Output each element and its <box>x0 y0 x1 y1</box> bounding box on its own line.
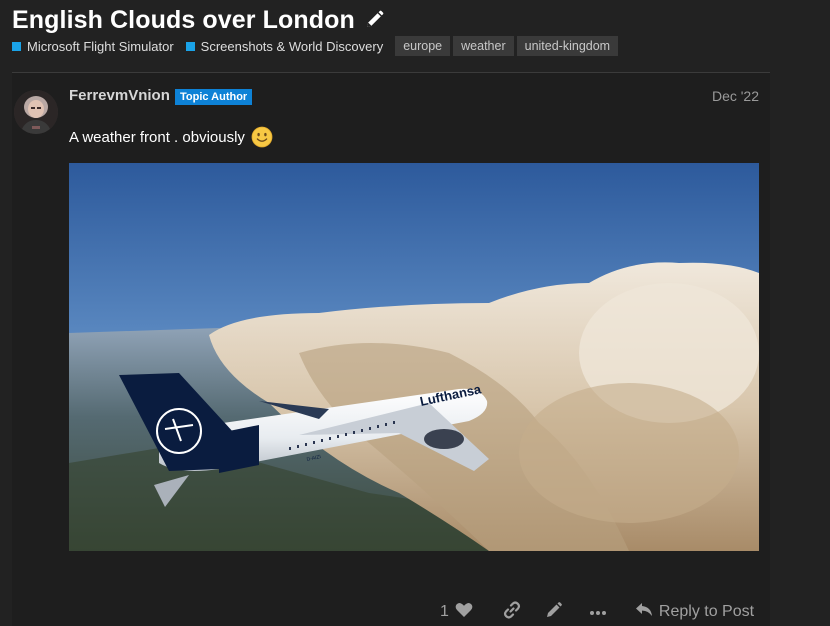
topic-title[interactable]: English Clouds over London <box>12 6 355 35</box>
reply-label: Reply to Post <box>658 603 755 620</box>
like-count: 1 <box>440 603 449 620</box>
post-text: A weather front . obviously <box>69 128 245 146</box>
category-color-square <box>185 41 195 51</box>
tag-united-kingdom[interactable]: united-kingdom <box>516 36 619 56</box>
like-button[interactable]: 1 <box>440 602 473 623</box>
category-link-screenshots[interactable]: Screenshots & World Discovery <box>185 38 384 54</box>
avatar[interactable] <box>14 90 58 134</box>
reply-button[interactable]: Reply to Post <box>635 602 754 623</box>
category-link-msfs[interactable]: Microsoft Flight Simulator <box>12 39 174 54</box>
edit-post-button[interactable] <box>545 601 563 624</box>
ellipsis-icon <box>589 603 607 621</box>
link-icon <box>503 600 521 624</box>
category-label: Microsoft Flight Simulator <box>27 38 174 54</box>
tag-weather[interactable]: weather <box>453 36 514 56</box>
reply-arrow-icon <box>635 602 653 623</box>
more-options-button[interactable] <box>589 603 607 621</box>
post-actions: 1 Reply to Post <box>440 598 754 626</box>
pencil-icon <box>545 601 563 624</box>
slightly-smiling-face-icon <box>251 126 273 148</box>
topic-header: English Clouds over London <box>12 4 385 36</box>
tag-europe[interactable]: europe <box>395 36 451 56</box>
topic-author-badge: Topic Author <box>175 89 253 105</box>
post-date[interactable]: Dec '22 <box>712 88 759 104</box>
heart-icon <box>455 602 473 623</box>
post-username[interactable]: FerrevmVnion <box>69 87 170 104</box>
post-screenshot-image[interactable]: Lufthansa D-AIZI <box>69 163 759 551</box>
category-label: Screenshots & World Discovery <box>200 38 384 54</box>
pencil-icon[interactable] <box>363 9 385 31</box>
category-color-square <box>12 41 21 51</box>
post-body: A weather front . obviously <box>69 126 273 148</box>
copy-link-button[interactable] <box>503 600 521 624</box>
topic-meta: Microsoft Flight Simulator Screenshots &… <box>12 35 621 57</box>
